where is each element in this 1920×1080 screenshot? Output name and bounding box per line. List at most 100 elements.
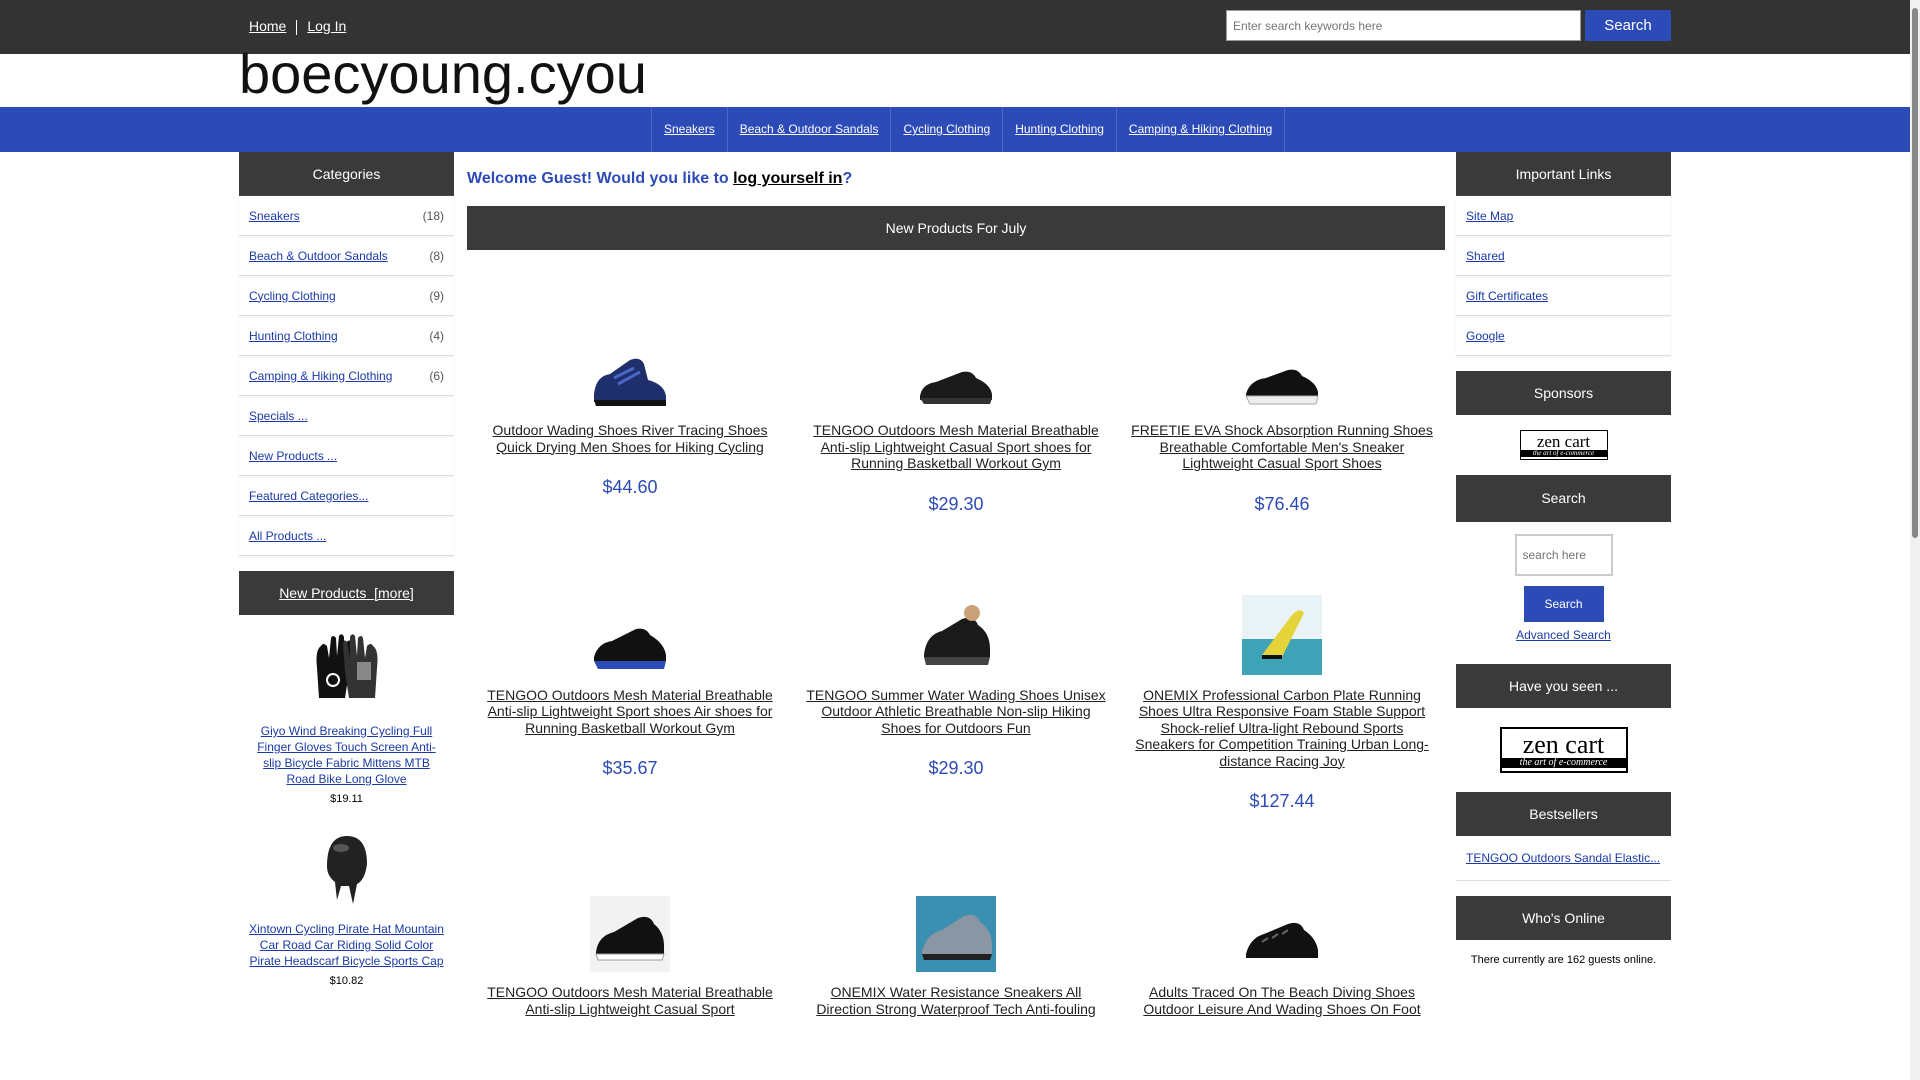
catbar-sandals[interactable]: Beach & Outdoor Sandals [726,107,891,152]
specials-link[interactable]: Specials ... [249,409,308,423]
product-image[interactable] [479,280,781,422]
product-price: $29.30 [928,493,984,514]
category-link[interactable]: Hunting Clothing [249,329,338,343]
side-product-price: $19.11 [330,793,363,805]
product-card: Adults Traced On The Beach Diving Shoes … [1119,812,1445,1039]
more-link: [more] [374,585,414,601]
scrollbar-thumb[interactable] [1912,8,1918,538]
welcome-message: Welcome Guest! Would you like to log you… [467,170,1445,188]
seen-banner[interactable]: zen cart the art of e-commerce [1456,708,1671,792]
sidebar-search-button[interactable]: Search [1523,586,1604,622]
category-link[interactable]: Sneakers [249,209,300,223]
side-product-price: $10.82 [329,975,364,987]
new-products-link[interactable]: New Products ... [249,449,337,463]
all-products-link[interactable]: All Products ... [249,529,326,543]
product-name[interactable]: ONEMIX Professional Carbon Plate Running… [1131,687,1433,770]
shoe-icon [594,628,666,669]
shoe-photo-icon [590,896,670,972]
shoe-photo-icon [916,896,996,972]
google-link[interactable]: Google [1466,329,1505,343]
right-sidebar: Important Links Site Map Shared Gift Cer… [1456,152,1671,980]
list-item: Sneakers (18) [239,196,454,236]
catbar-cycling[interactable]: Cycling Clothing [890,107,1002,152]
product-image[interactable] [1131,842,1433,984]
new-products-title-link[interactable]: New Products [more] [279,585,414,601]
shoe-photo-icon [1242,594,1322,675]
header-search-input[interactable] [1226,10,1581,41]
catbar-hunting[interactable]: Hunting Clothing [1002,107,1116,152]
list-item: Camping & Hiking Clothing (6) [239,356,454,396]
sidebar-search: Search Advanced Search [1456,522,1671,654]
category-list: Sneakers (18) Beach & Outdoor Sandals (8) … [239,196,454,556]
whos-online-title: Who's Online [1456,896,1671,940]
list-item: Gift Certificates [1456,276,1671,316]
gift-certificates-link[interactable]: Gift Certificates [1466,289,1548,303]
product-name[interactable]: TENGOO Outdoors Mesh Material Breathable… [805,422,1107,472]
product-image[interactable] [249,623,444,713]
new-products-section-title: New Products For July [467,206,1445,250]
product-name[interactable]: ONEMIX Water Resistance Sneakers All Dir… [805,984,1107,1017]
product-image[interactable] [249,821,444,911]
list-item: Hunting Clothing (4) [239,316,454,356]
welcome-text: Welcome Guest! Would you like to [467,170,734,187]
category-count: (8) [429,248,444,263]
have-you-seen-title: Have you seen ... [1456,664,1671,708]
sponsors-title: Sponsors [1456,371,1671,415]
login-link[interactable]: Log In [297,18,356,34]
product-image[interactable] [1131,280,1433,422]
category-count: (18) [422,208,444,223]
product-name[interactable]: FREETIE EVA Shock Absorption Running Sho… [1131,422,1433,472]
featured-categories-link[interactable]: Featured Categories... [249,489,368,503]
catbar-sneakers[interactable]: Sneakers [651,107,727,152]
product-price: $44.60 [602,477,658,497]
category-count: (6) [429,368,444,383]
product-name[interactable]: TENGOO Outdoors Mesh Material Breathable… [479,984,781,1017]
product-card: TENGOO Outdoors Mesh Material Breathable… [467,515,793,813]
product-price: $29.30 [928,758,984,778]
shared-link[interactable]: Shared [1466,249,1505,263]
top-nav: Home Log In [239,18,356,35]
bestseller-link[interactable]: TENGOO Outdoors Sandal Elastic... [1466,851,1660,865]
advanced-search-link[interactable]: Advanced Search [1456,628,1671,642]
sidebar-search-input[interactable] [1514,534,1613,576]
header-search-button[interactable]: Search [1585,10,1671,41]
product-card: TENGOO Outdoors Mesh Material Breathable… [467,812,793,1039]
product-card: TENGOO Outdoors Mesh Material Breathable… [793,250,1119,515]
side-product: Xintown Cycling Pirate Hat Mountain Car … [239,813,454,995]
online-count: There currently are 162 guests online. [1470,954,1657,966]
product-image[interactable] [1131,545,1433,687]
product-image[interactable] [479,545,781,687]
product-name[interactable]: TENGOO Outdoors Mesh Material Breathable… [479,687,781,737]
home-link[interactable]: Home [239,18,296,34]
shoe-icon [924,604,990,665]
side-product-name[interactable]: Xintown Cycling Pirate Hat Mountain Car … [249,921,444,969]
zencart-logo: zen cart the art of e-commerce [1499,727,1628,773]
category-link[interactable]: Cycling Clothing [249,289,336,303]
product-name[interactable]: TENGOO Summer Water Wading Shoes Unisex … [805,687,1107,737]
shoe-icon [1246,922,1318,958]
login-prompt-link[interactable]: log yourself in [733,170,842,187]
catbar-camping[interactable]: Camping & Hiking Clothing [1115,107,1286,152]
bestseller-item: TENGOO Outdoors Sandal Elastic... [1456,836,1671,881]
product-name[interactable]: Outdoor Wading Shoes River Tracing Shoes… [479,422,781,455]
product-card: Outdoor Wading Shoes River Tracing Shoes… [467,250,793,515]
category-link[interactable]: Beach & Outdoor Sandals [249,249,388,263]
category-link[interactable]: Camping & Hiking Clothing [249,369,392,383]
side-product-name[interactable]: Giyo Wind Breaking Cycling Full Finger G… [249,723,444,787]
product-image[interactable] [479,842,781,984]
site-logo[interactable]: boecyoung.cyou [239,42,647,106]
site-map-link[interactable]: Site Map [1466,209,1513,223]
product-price: $76.46 [1254,493,1310,514]
list-item: Site Map [1456,196,1671,236]
product-name[interactable]: Adults Traced On The Beach Diving Shoes … [1131,984,1433,1017]
important-links-list: Site Map Shared Gift Certificates Google [1456,196,1671,356]
product-image[interactable] [805,280,1107,422]
category-count: (4) [429,328,444,343]
search-box-title: Search [1456,475,1671,522]
sponsor-banner[interactable]: zen cart the art of e-commerce [1456,415,1671,475]
product-image[interactable] [805,842,1107,984]
product-image[interactable] [805,545,1107,687]
list-item: Shared [1456,236,1671,276]
side-product: Giyo Wind Breaking Cycling Full Finger G… [239,615,454,813]
left-sidebar: Categories Sneakers (18) Beach & Outdoor … [239,152,454,995]
